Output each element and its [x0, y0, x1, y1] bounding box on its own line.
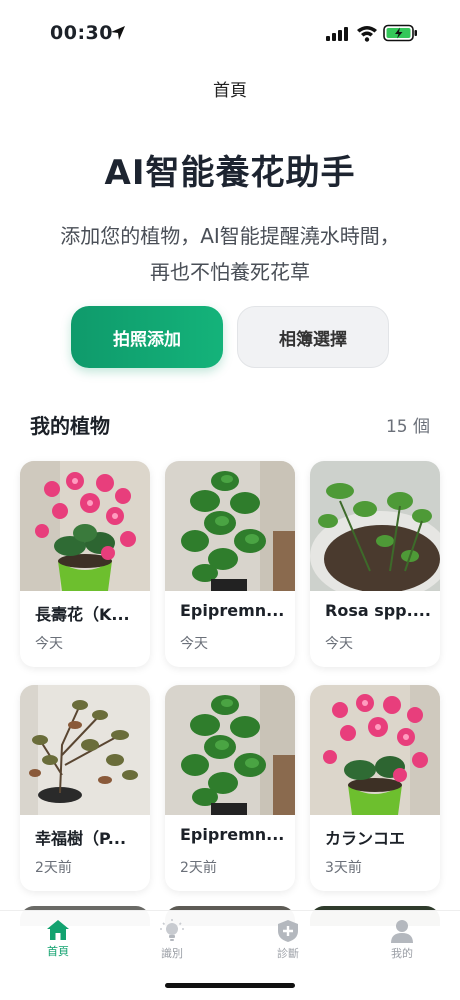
cellular-signal-icon [326, 27, 348, 41]
take-photo-button[interactable]: 拍照添加 [71, 306, 223, 368]
happiness-tree-photo [20, 685, 150, 815]
plant-card[interactable]: カランコエ 3天前 [310, 685, 440, 891]
rose-photo [310, 461, 440, 591]
plant-added-date: 2天前 [35, 860, 72, 876]
plant-name: カランコエ [325, 829, 406, 848]
plant-added-date: 3天前 [325, 860, 362, 876]
hero-subtitle-line-2: 再也不怕養死花草 [150, 260, 310, 284]
home-indicator [165, 983, 295, 988]
tab-profile[interactable]: 我的 [362, 919, 442, 961]
tab-home[interactable]: 首頁 [18, 919, 98, 959]
pothos-photo [165, 461, 295, 591]
status-time: 00:30 [50, 22, 113, 44]
page-title: 首頁 [213, 81, 247, 101]
kalanchoe-photo [310, 685, 440, 815]
tab-identify-label: 識別 [161, 947, 183, 960]
plant-added-date: 今天 [180, 636, 208, 652]
pothos-photo [165, 685, 295, 815]
plant-card[interactable]: Epipremn... 今天 [165, 461, 295, 667]
hero-title: AI智能養花助手 [104, 153, 356, 193]
plant-name: 長壽花（K... [35, 605, 130, 624]
status-bar: 00:30 [0, 0, 460, 60]
plant-name: 幸福樹（P... [35, 829, 127, 848]
lightbulb-icon [160, 919, 184, 941]
tab-diagnose-label: 診斷 [277, 947, 299, 960]
tab-identify[interactable]: 識別 [132, 919, 212, 961]
plant-card[interactable]: Epipremn... 2天前 [165, 685, 295, 891]
shield-plus-icon [278, 920, 298, 942]
plant-card[interactable]: 長壽花（K... 今天 [20, 461, 150, 667]
hero-subtitle-line-1: 添加您的植物，AI智能提醒澆水時間， [60, 224, 400, 248]
plant-name: Epipremn... [180, 825, 285, 844]
plant-count: 15 個 [385, 417, 430, 437]
plant-added-date: 2天前 [180, 860, 217, 876]
plant-card[interactable]: 幸福樹（P... 2天前 [20, 685, 150, 891]
person-icon [391, 920, 413, 943]
tab-diagnose[interactable]: 診斷 [248, 919, 328, 961]
plant-name: Epipremn... [180, 601, 285, 620]
tab-home-label: 首頁 [47, 945, 69, 958]
plant-added-date: 今天 [325, 636, 353, 652]
kalanchoe-photo [20, 461, 150, 591]
wifi-icon [357, 26, 377, 42]
plant-name: Rosa spp.... [325, 601, 431, 620]
location-arrow-icon [111, 26, 125, 40]
my-plants-title: 我的植物 [30, 414, 110, 438]
plant-card[interactable]: Rosa spp.... 今天 [310, 461, 440, 667]
plant-added-date: 今天 [35, 636, 63, 652]
choose-from-album-button[interactable]: 相簿選擇 [237, 306, 389, 368]
battery-charging-icon [383, 24, 417, 42]
tab-profile-label: 我的 [391, 947, 413, 960]
home-icon [47, 920, 69, 940]
hero-subtitle: 添加您的植物，AI智能提醒澆水時間， 再也不怕養死花草 [30, 218, 430, 290]
